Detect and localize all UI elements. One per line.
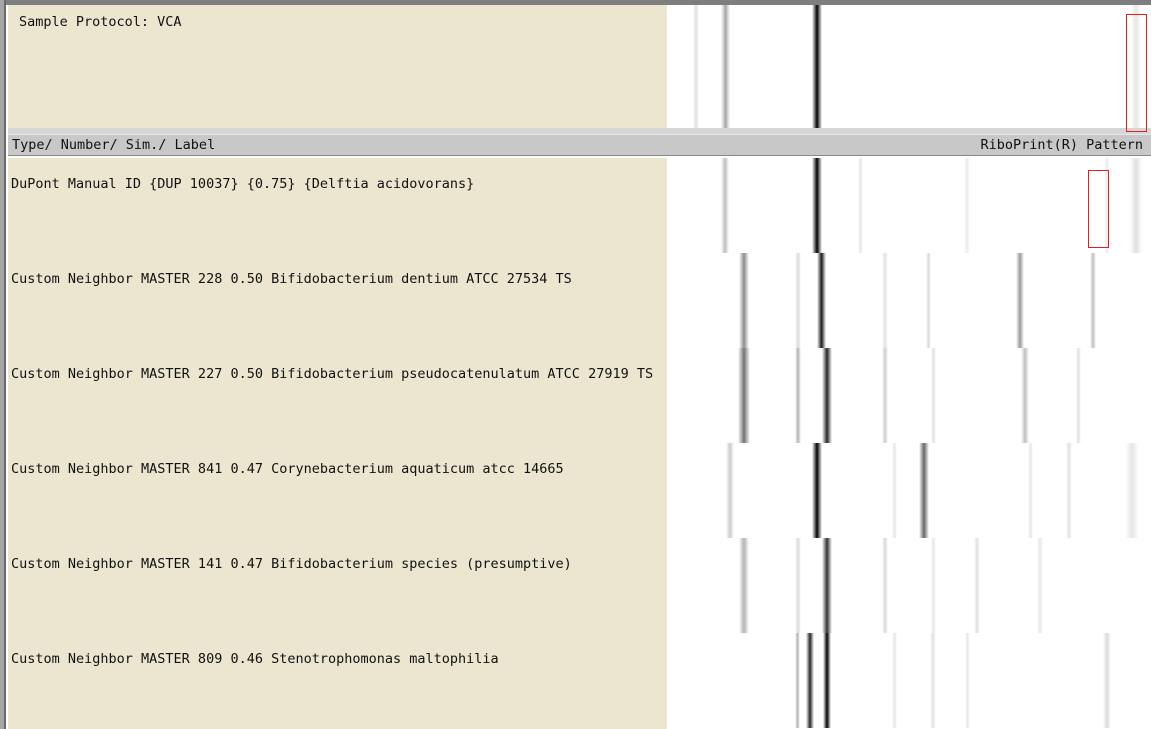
- result-riboprint-pattern: [667, 538, 1151, 633]
- pattern-band: [795, 538, 801, 633]
- column-header-label: Type/ Number/ Sim./ Label: [12, 137, 216, 153]
- result-row[interactable]: Custom Neighbor MASTER 228 0.50 Bifidoba…: [8, 253, 1151, 348]
- result-label: Custom Neighbor MASTER 227 0.50 Bifidoba…: [11, 366, 654, 382]
- pattern-band: [892, 633, 897, 728]
- result-row[interactable]: Custom Neighbor MASTER 227 0.50 Bifidoba…: [8, 348, 1151, 443]
- pattern-band: [822, 538, 832, 633]
- result-riboprint-pattern: [667, 253, 1151, 348]
- pattern-band: [882, 253, 888, 348]
- match-highlight-box: [1088, 170, 1109, 248]
- pattern-band: [806, 633, 814, 728]
- pattern-band: [721, 158, 729, 253]
- result-label: Custom Neighbor MASTER 141 0.47 Bifidoba…: [11, 556, 572, 572]
- sample-protocol-label: Sample Protocol: VCA: [19, 14, 182, 30]
- sample-label-area: Sample Protocol: VCA: [8, 5, 667, 128]
- pattern-band: [1125, 443, 1139, 538]
- result-row[interactable]: Custom Neighbor MASTER 809 0.46 Stenotro…: [8, 633, 1151, 728]
- pattern-band: [739, 538, 749, 633]
- pattern-band: [1130, 158, 1142, 253]
- pattern-band: [1028, 443, 1033, 538]
- pattern-band: [693, 5, 699, 128]
- result-label: DuPont Manual ID {DUP 10037} {0.75} {Del…: [11, 176, 475, 192]
- sample-highlight-box: [1126, 14, 1147, 132]
- result-riboprint-pattern: [667, 633, 1151, 728]
- pattern-band: [795, 253, 801, 348]
- sample-panel: Sample Protocol: VCA: [8, 5, 1151, 128]
- pattern-band: [812, 5, 822, 128]
- pattern-band: [823, 633, 831, 728]
- pattern-band: [882, 538, 888, 633]
- pattern-band: [930, 633, 936, 728]
- pattern-band: [965, 633, 970, 728]
- pattern-band: [822, 348, 832, 443]
- pattern-band: [812, 443, 822, 538]
- result-riboprint-pattern: [667, 348, 1151, 443]
- pattern-band: [892, 443, 897, 538]
- result-riboprint-pattern: [667, 158, 1151, 253]
- pattern-band: [1066, 443, 1072, 538]
- pattern-band: [926, 253, 931, 348]
- result-riboprint-pattern: [667, 443, 1151, 538]
- pattern-band: [964, 158, 970, 253]
- result-row[interactable]: Custom Neighbor MASTER 841 0.47 Coryneba…: [8, 443, 1151, 538]
- pattern-band: [726, 443, 734, 538]
- pattern-band: [974, 538, 980, 633]
- results-list: DuPont Manual ID {DUP 10037} {0.75} {Del…: [8, 158, 1151, 729]
- result-label: Custom Neighbor MASTER 809 0.46 Stenotro…: [11, 651, 499, 667]
- result-row[interactable]: DuPont Manual ID {DUP 10037} {0.75} {Del…: [8, 158, 1151, 253]
- pattern-band: [1076, 348, 1081, 443]
- pattern-band: [739, 253, 749, 348]
- pattern-band: [1021, 348, 1029, 443]
- pattern-band: [795, 348, 801, 443]
- riboprint-window: Sample Protocol: VCA Type/ Number/ Sim./…: [0, 0, 1151, 729]
- result-row[interactable]: Custom Neighbor MASTER 141 0.47 Bifidoba…: [8, 538, 1151, 633]
- pattern-band: [919, 443, 929, 538]
- pattern-band: [812, 158, 822, 253]
- pattern-band: [858, 158, 863, 253]
- pattern-band: [795, 633, 800, 728]
- pattern-band: [931, 348, 936, 443]
- result-label: Custom Neighbor MASTER 841 0.47 Coryneba…: [11, 461, 564, 477]
- pattern-band: [738, 348, 750, 443]
- pattern-band: [1037, 538, 1043, 633]
- pattern-band: [721, 5, 730, 128]
- pattern-band: [1016, 253, 1024, 348]
- column-header-bar: Type/ Number/ Sim./ Label RiboPrint(R) P…: [8, 134, 1151, 156]
- pattern-band: [1103, 633, 1111, 728]
- pattern-band: [931, 538, 936, 633]
- pattern-band: [817, 253, 826, 348]
- column-header-pattern: RiboPrint(R) Pattern: [980, 137, 1143, 153]
- sample-riboprint-pattern[interactable]: [667, 5, 1151, 128]
- pattern-band: [882, 348, 888, 443]
- pattern-band: [1090, 253, 1096, 348]
- result-label: Custom Neighbor MASTER 228 0.50 Bifidoba…: [11, 271, 572, 287]
- window-frame-left: [0, 0, 6, 729]
